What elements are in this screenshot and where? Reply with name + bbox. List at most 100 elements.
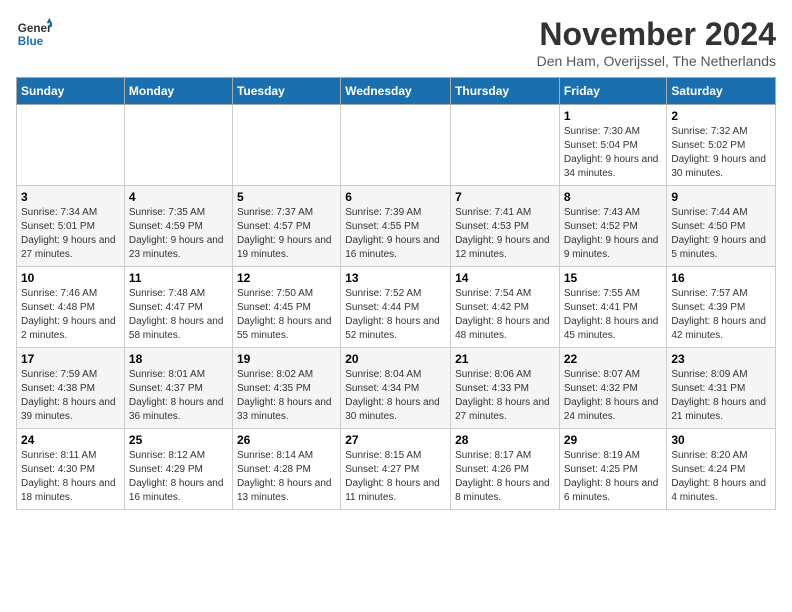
day-info: Sunrise: 7:46 AMSunset: 4:48 PMDaylight:… (21, 287, 120, 343)
calendar-subtitle: Den Ham, Overijssel, The Netherlands (537, 53, 776, 69)
week-row-0: 1 Sunrise: 7:30 AMSunset: 5:04 PMDaylight… (17, 105, 776, 186)
day-number: 6 (345, 190, 446, 204)
day-info: Sunrise: 8:09 AMSunset: 4:31 PMDaylight:… (671, 368, 771, 424)
day-cell: 5Sunrise: 7:37 AMSunset: 4:57 PMDaylight… (232, 186, 340, 267)
weekday-header-wednesday: Wednesday (341, 78, 451, 105)
day-info: Sunrise: 8:20 AMSunset: 4:24 PMDaylight:… (671, 449, 771, 505)
day-info: Sunrise: 8:12 AMSunset: 4:29 PMDaylight:… (129, 449, 228, 505)
day-cell: 7 Sunrise: 7:41 AMSunset: 4:53 PMDaylight… (451, 186, 560, 267)
day-cell: 21 Sunrise: 8:06 AMSunset: 4:33 PMDayligh… (451, 348, 560, 429)
day-cell (451, 105, 560, 186)
day-number: 2 (671, 109, 771, 123)
day-cell: 19 Sunrise: 8:02 AMSunset: 4:35 PMDayligh… (232, 348, 340, 429)
day-cell: 10Sunrise: 7:46 AMSunset: 4:48 PMDayligh… (17, 267, 125, 348)
day-number: 26 (237, 433, 336, 447)
day-number: 25 (129, 433, 228, 447)
weekday-header-monday: Monday (124, 78, 232, 105)
day-info: Sunrise: 8:14 AMSunset: 4:28 PMDaylight:… (237, 449, 336, 505)
day-info: Sunrise: 7:44 AMSunset: 4:50 PMDaylight:… (671, 206, 771, 262)
svg-text:Blue: Blue (18, 35, 44, 48)
logo: General Blue (16, 16, 52, 52)
day-cell: 12Sunrise: 7:50 AMSunset: 4:45 PMDayligh… (232, 267, 340, 348)
day-number: 14 (455, 271, 555, 285)
day-info: Sunrise: 8:11 AMSunset: 4:30 PMDaylight:… (21, 449, 120, 505)
day-cell (124, 105, 232, 186)
day-number: 4 (129, 190, 228, 204)
day-cell: 4 Sunrise: 7:35 AMSunset: 4:59 PMDaylight… (124, 186, 232, 267)
day-cell (17, 105, 125, 186)
weekday-header-tuesday: Tuesday (232, 78, 340, 105)
day-cell: 8Sunrise: 7:43 AMSunset: 4:52 PMDaylight… (559, 186, 667, 267)
day-info: Sunrise: 7:48 AMSunset: 4:47 PMDaylight:… (129, 287, 228, 343)
day-info: Sunrise: 8:02 AMSunset: 4:35 PMDaylight:… (237, 368, 336, 424)
day-cell: 16Sunrise: 7:57 AMSunset: 4:39 PMDayligh… (667, 267, 776, 348)
day-info: Sunrise: 7:37 AMSunset: 4:57 PMDaylight:… (237, 206, 336, 262)
day-cell: 1 Sunrise: 7:30 AMSunset: 5:04 PMDaylight… (559, 105, 667, 186)
day-number: 13 (345, 271, 446, 285)
day-number: 17 (21, 352, 120, 366)
day-info: Sunrise: 7:50 AMSunset: 4:45 PMDaylight:… (237, 287, 336, 343)
day-number: 19 (237, 352, 336, 366)
day-cell: 22 Sunrise: 8:07 AMSunset: 4:32 PMDayligh… (559, 348, 667, 429)
day-info: Sunrise: 8:19 AMSunset: 4:25 PMDaylight:… (564, 449, 663, 505)
day-cell: 26 Sunrise: 8:14 AMSunset: 4:28 PMDayligh… (232, 429, 340, 510)
day-number: 7 (455, 190, 555, 204)
day-cell: 17Sunrise: 7:59 AMSunset: 4:38 PMDayligh… (17, 348, 125, 429)
day-info: Sunrise: 7:35 AMSunset: 4:59 PMDaylight:… (129, 206, 228, 262)
title-area: November 2024 Den Ham, Overijssel, The N… (537, 16, 776, 69)
day-info: Sunrise: 7:34 AMSunset: 5:01 PMDaylight:… (21, 206, 120, 262)
day-cell: 27 Sunrise: 8:15 AMSunset: 4:27 PMDayligh… (341, 429, 451, 510)
weekday-header-row: SundayMondayTuesdayWednesdayThursdayFrid… (17, 78, 776, 105)
weekday-header-sunday: Sunday (17, 78, 125, 105)
day-number: 24 (21, 433, 120, 447)
day-info: Sunrise: 7:57 AMSunset: 4:39 PMDaylight:… (671, 287, 771, 343)
day-number: 9 (671, 190, 771, 204)
day-cell (341, 105, 451, 186)
day-number: 11 (129, 271, 228, 285)
day-info: Sunrise: 7:43 AMSunset: 4:52 PMDaylight:… (564, 206, 663, 262)
weekday-header-friday: Friday (559, 78, 667, 105)
svg-text:General: General (18, 22, 52, 35)
day-number: 20 (345, 352, 446, 366)
weekday-header-thursday: Thursday (451, 78, 560, 105)
day-cell: 14 Sunrise: 7:54 AMSunset: 4:42 PMDayligh… (451, 267, 560, 348)
day-info: Sunrise: 7:32 AMSunset: 5:02 PMDaylight:… (671, 125, 771, 181)
day-cell: 2 Sunrise: 7:32 AMSunset: 5:02 PMDaylight… (667, 105, 776, 186)
day-number: 22 (564, 352, 663, 366)
day-cell: 30 Sunrise: 8:20 AMSunset: 4:24 PMDayligh… (667, 429, 776, 510)
day-info: Sunrise: 7:52 AMSunset: 4:44 PMDaylight:… (345, 287, 446, 343)
day-number: 15 (564, 271, 663, 285)
day-number: 23 (671, 352, 771, 366)
day-info: Sunrise: 7:30 AMSunset: 5:04 PMDaylight:… (564, 125, 663, 181)
day-cell: 29Sunrise: 8:19 AMSunset: 4:25 PMDayligh… (559, 429, 667, 510)
day-info: Sunrise: 7:41 AMSunset: 4:53 PMDaylight:… (455, 206, 555, 262)
day-cell: 15 Sunrise: 7:55 AMSunset: 4:41 PMDayligh… (559, 267, 667, 348)
week-row-3: 17Sunrise: 7:59 AMSunset: 4:38 PMDayligh… (17, 348, 776, 429)
day-info: Sunrise: 8:07 AMSunset: 4:32 PMDaylight:… (564, 368, 663, 424)
day-cell: 23 Sunrise: 8:09 AMSunset: 4:31 PMDayligh… (667, 348, 776, 429)
day-number: 30 (671, 433, 771, 447)
day-info: Sunrise: 7:54 AMSunset: 4:42 PMDaylight:… (455, 287, 555, 343)
day-number: 27 (345, 433, 446, 447)
day-number: 1 (564, 109, 663, 123)
day-number: 18 (129, 352, 228, 366)
day-info: Sunrise: 8:17 AMSunset: 4:26 PMDaylight:… (455, 449, 555, 505)
day-info: Sunrise: 7:55 AMSunset: 4:41 PMDaylight:… (564, 287, 663, 343)
day-info: Sunrise: 8:04 AMSunset: 4:34 PMDaylight:… (345, 368, 446, 424)
day-cell: 24 Sunrise: 8:11 AMSunset: 4:30 PMDayligh… (17, 429, 125, 510)
day-cell: 20 Sunrise: 8:04 AMSunset: 4:34 PMDayligh… (341, 348, 451, 429)
day-cell: 9 Sunrise: 7:44 AMSunset: 4:50 PMDaylight… (667, 186, 776, 267)
day-info: Sunrise: 8:01 AMSunset: 4:37 PMDaylight:… (129, 368, 228, 424)
calendar-table: SundayMondayTuesdayWednesdayThursdayFrid… (16, 77, 776, 510)
day-info: Sunrise: 8:06 AMSunset: 4:33 PMDaylight:… (455, 368, 555, 424)
day-number: 28 (455, 433, 555, 447)
calendar-title: November 2024 (537, 16, 776, 53)
day-cell: 18 Sunrise: 8:01 AMSunset: 4:37 PMDayligh… (124, 348, 232, 429)
day-number: 21 (455, 352, 555, 366)
day-cell: 11 Sunrise: 7:48 AMSunset: 4:47 PMDayligh… (124, 267, 232, 348)
day-cell (232, 105, 340, 186)
day-cell: 25 Sunrise: 8:12 AMSunset: 4:29 PMDayligh… (124, 429, 232, 510)
day-info: Sunrise: 8:15 AMSunset: 4:27 PMDaylight:… (345, 449, 446, 505)
page-header: General Blue November 2024 Den Ham, Over… (16, 16, 776, 69)
week-row-4: 24 Sunrise: 8:11 AMSunset: 4:30 PMDayligh… (17, 429, 776, 510)
